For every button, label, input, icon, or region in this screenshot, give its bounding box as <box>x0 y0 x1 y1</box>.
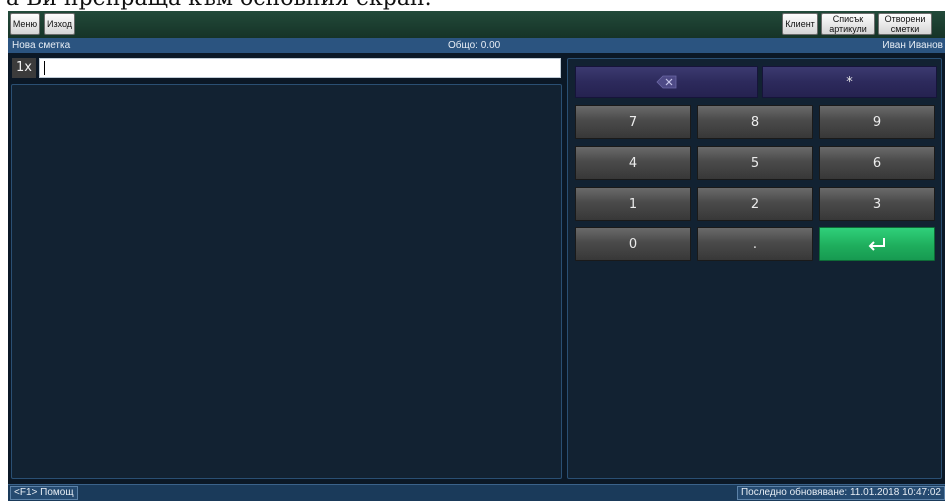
enter-icon <box>868 238 885 251</box>
bill-name: Нова сметка <box>12 40 71 51</box>
bill-total: Общо: 0.00 <box>448 40 501 51</box>
backspace-button[interactable] <box>575 66 758 98</box>
footer-bar: <F1> Помощ Последно обновяване: 11.01.20… <box>8 484 945 501</box>
last-update-status: Последно обновяване: 11.01.2018 10:47:02 <box>736 486 945 500</box>
items-list-label-line2: артикули <box>829 24 867 34</box>
key-5[interactable]: 5 <box>697 146 813 180</box>
exit-button[interactable]: Изход <box>44 13 75 35</box>
key-9[interactable]: 9 <box>819 105 935 139</box>
key-decimal-point[interactable]: . <box>697 227 813 261</box>
items-list-button[interactable]: Списък артикули <box>821 13 875 35</box>
toolbar: Меню Изход Клиент Списък артикули Отворе… <box>8 11 945 39</box>
key-8[interactable]: 8 <box>697 105 813 139</box>
items-list-label-line1: Списък <box>832 14 864 24</box>
main-area: 1x * 7 8 9 4 5 6 1 2 3 0 . <box>8 53 945 484</box>
open-bills-button[interactable]: Отворени сметки <box>878 13 932 35</box>
help-button[interactable]: <F1> Помощ <box>10 486 78 500</box>
key-1[interactable]: 1 <box>575 187 691 221</box>
keypad-panel: * 7 8 9 4 5 6 1 2 3 0 . <box>567 58 942 479</box>
status-bar: Нова сметка Общо: 0.00 Иван Иванов <box>8 38 945 53</box>
key-4[interactable]: 4 <box>575 146 691 180</box>
pos-app: а Ви препраща към основния екран. Меню И… <box>0 0 945 501</box>
enter-button[interactable] <box>819 227 935 261</box>
key-3[interactable]: 3 <box>819 187 935 221</box>
user-name: Иван Иванов <box>882 40 943 51</box>
backspace-icon <box>655 75 676 89</box>
bill-items-list[interactable] <box>11 84 562 479</box>
item-entry-input[interactable] <box>39 58 561 78</box>
key-7[interactable]: 7 <box>575 105 691 139</box>
multiply-button[interactable]: * <box>762 66 937 98</box>
menu-button[interactable]: Меню <box>10 13 40 35</box>
key-2[interactable]: 2 <box>697 187 813 221</box>
open-bills-label-line2: сметки <box>890 24 920 34</box>
quantity-badge[interactable]: 1x <box>12 58 36 78</box>
key-0[interactable]: 0 <box>575 227 691 261</box>
open-bills-label-line1: Отворени <box>884 14 926 24</box>
key-6[interactable]: 6 <box>819 146 935 180</box>
client-button[interactable]: Клиент <box>782 13 818 35</box>
text-caret <box>44 61 45 75</box>
